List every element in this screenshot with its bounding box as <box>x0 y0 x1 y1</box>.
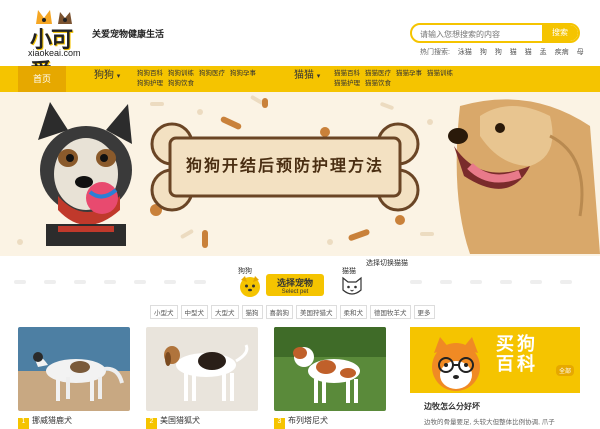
nav-link[interactable]: 狗狗医疗 <box>199 69 225 79</box>
search-box: 搜索 <box>410 23 580 43</box>
nav-link[interactable]: 狗狗百科 <box>137 69 163 79</box>
switch-pet-hint[interactable]: 选择切换猫猫 <box>366 258 408 268</box>
panel-article[interactable]: 边牧怎么分好坏 边牧的骨量要足, 头较大但整体比例协调, 爪子 <box>410 393 580 429</box>
panel-all-tag[interactable]: 全部 <box>555 365 574 376</box>
hot-searches: 热门搜索: 泳猫 狗 狗 猫 猫 孟 疾病 母 <box>420 47 590 57</box>
panel-title-line1: 买狗 <box>496 334 538 355</box>
golden-retriever-image <box>448 99 600 254</box>
breed-tag[interactable]: 猫狗 <box>241 305 263 319</box>
hot-search-item[interactable]: 孟 <box>540 49 547 56</box>
breed-card[interactable]: 3 布列塔尼犬 <box>274 327 386 429</box>
nav-dog-links: 狗狗百科 狗狗训练 狗狗医疗 狗狗孕事 狗狗护理 狗狗饮食 <box>137 69 267 89</box>
breed-name: 美国猎狐犬 <box>160 416 200 425</box>
breed-tag[interactable]: 中型犬 <box>180 305 208 319</box>
breed-tag[interactable]: 德国牧羊犬 <box>370 305 411 319</box>
select-pet-subtitle: Select pet <box>281 289 309 295</box>
foxhound-image <box>146 327 258 411</box>
nav-link[interactable]: 猫猫孕事 <box>396 69 422 79</box>
breed-tag[interactable]: 柔和犬 <box>339 305 367 319</box>
dog-face-icon[interactable] <box>238 274 262 298</box>
nav-dog-label: 狗狗 <box>94 70 114 81</box>
hot-search-item[interactable]: 猫 <box>510 49 517 56</box>
article-heading: 边牧怎么分好坏 <box>424 402 480 411</box>
nav-link[interactable]: 狗狗孕事 <box>230 69 256 79</box>
nav-link[interactable]: 猫猫饮食 <box>365 79 391 89</box>
breed-card-label: 2 美国猎狐犬 <box>146 415 258 429</box>
breed-card-label: 1 挪威猎鹿犬 <box>18 415 130 429</box>
breed-tag[interactable]: 喜鹊狗 <box>265 305 293 319</box>
brittany-image <box>274 327 386 411</box>
breed-tag[interactable]: 大型犬 <box>211 305 239 319</box>
hot-search-item[interactable]: 猫 <box>525 49 532 56</box>
dog-encyclopedia-panel[interactable]: 买狗 百科 全部 边牧怎么分好坏 边牧的骨量要足, 头较大但整体比例协调, 爪子 <box>410 327 580 429</box>
nav-cat-category[interactable]: 猫猫 ▾ <box>294 66 320 92</box>
panel-title-line2: 百科 <box>496 354 538 375</box>
nav-home[interactable]: 首页 <box>18 66 66 92</box>
chevron-down-icon: ▾ <box>316 73 321 80</box>
select-pet-title: 选择宠物 <box>276 278 313 288</box>
article-summary: 边牧的骨量要足, 头较大但整体比例协调, 爪子 <box>424 419 555 426</box>
nav-link[interactable]: 猫猫护理 <box>334 79 360 89</box>
breed-tag[interactable]: 更多 <box>413 305 435 319</box>
search-input[interactable] <box>420 27 540 41</box>
logo-domain: xiaokeai.com <box>28 48 81 58</box>
breed-card[interactable]: 2 美国猎狐犬 <box>146 327 258 429</box>
rank-badge: 1 <box>18 418 29 429</box>
nav-link[interactable]: 猫猫医疗 <box>365 69 391 79</box>
cattle-dog-image <box>38 102 132 246</box>
nav-link[interactable]: 狗狗护理 <box>137 79 163 89</box>
site-logo[interactable]: 小可爱 xiaokeai.com <box>28 6 88 84</box>
nav-dog-category[interactable]: 狗狗 ▾ <box>94 66 120 92</box>
nav-link[interactable]: 猫猫百科 <box>334 69 360 79</box>
chevron-down-icon: ▾ <box>116 73 121 80</box>
hot-search-item[interactable]: 疾病 <box>555 49 569 56</box>
cat-face-icon[interactable] <box>340 274 364 298</box>
site-tagline: 关爱宠物健康生活 <box>92 29 165 39</box>
rank-badge: 3 <box>274 418 285 429</box>
nav-link[interactable]: 狗狗饮食 <box>168 79 194 89</box>
hot-search-item[interactable]: 泳猫 <box>458 49 472 56</box>
pet-selector: 狗狗 选择宠物 Select pet 猫猫 选择切换猫猫 <box>238 260 408 302</box>
site-header: 小可爱 xiaokeai.com 关爱宠物健康生活 搜索 热门搜索: 泳猫 狗 … <box>0 0 600 84</box>
rank-badge: 2 <box>146 418 157 429</box>
borzoi-image <box>18 327 130 411</box>
hot-search-item[interactable]: 母 <box>577 49 584 56</box>
nav-cat-links: 猫猫百科 猫猫医疗 猫猫孕事 猫猫训练 猫猫护理 猫猫饮食 <box>334 69 464 89</box>
hero-banner[interactable]: 狗狗开结后预防护理方法 <box>0 92 600 256</box>
hot-search-label: 热门搜索: <box>420 49 450 56</box>
search-button[interactable]: 搜索 <box>542 25 578 41</box>
breed-tags: 小型犬 中型犬 大型犬 猫狗 喜鹊狗 美国狩猎犬 柔和犬 德国牧羊犬 更多 <box>150 305 438 319</box>
banner-title: 狗狗开结后预防护理方法 <box>185 156 384 175</box>
breed-name: 布列塔尼犬 <box>288 416 328 425</box>
breed-card[interactable]: 1 挪威猎鹿犬 <box>18 327 130 429</box>
hot-search-item[interactable]: 狗 <box>495 49 502 56</box>
nav-link[interactable]: 猫猫训练 <box>427 69 453 79</box>
breed-tag[interactable]: 美国狩猎犬 <box>296 305 337 319</box>
nav-link[interactable]: 狗狗训练 <box>168 69 194 79</box>
panel-title: 买狗 百科 <box>496 335 538 375</box>
select-pet-button[interactable]: 选择宠物 Select pet <box>266 274 324 296</box>
breed-name: 挪威猎鹿犬 <box>32 416 72 425</box>
hot-search-item[interactable]: 狗 <box>480 49 487 56</box>
breed-tag[interactable]: 小型犬 <box>150 305 178 319</box>
nav-cat-label: 猫猫 <box>294 70 314 81</box>
main-nav: 首页 狗狗 ▾ 狗狗百科 狗狗训练 狗狗医疗 狗狗孕事 狗狗护理 狗狗饮食 猫猫 ▾ 猫… <box>0 66 600 92</box>
breed-card-label: 3 布列塔尼犬 <box>274 415 386 429</box>
fox-mascot-icon <box>432 337 480 391</box>
